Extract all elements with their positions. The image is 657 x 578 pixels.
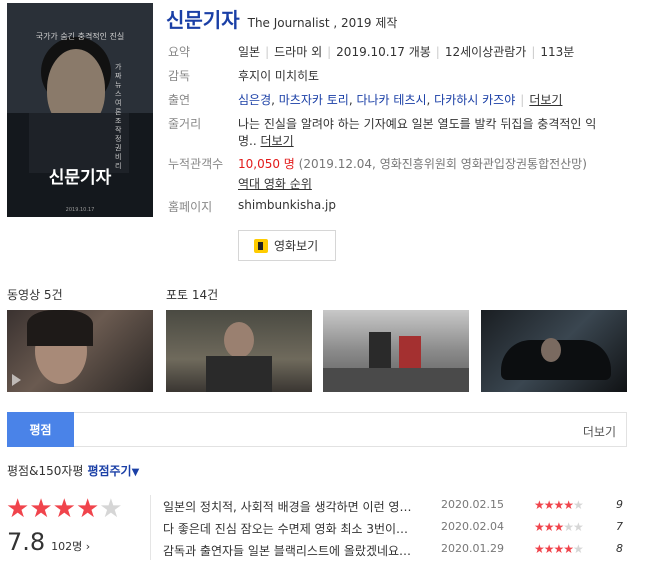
- review-stars: ★★★★★: [534, 542, 584, 556]
- rating-header: 평점&150자평 평점주기▼: [7, 462, 139, 479]
- cast-list: 심은경, 마츠자카 토리, 다나카 테츠시, 다카하시 카즈야 | 더보기: [238, 93, 563, 107]
- tab-more-link[interactable]: 더보기: [583, 423, 616, 440]
- audience-value: 10,050 명 (2019.12.04, 영화진흥위원회 영화관입장권통합전산…: [238, 155, 587, 172]
- director-link[interactable]: 후지이 미치히토: [238, 67, 319, 84]
- tab-rating[interactable]: 평점: [7, 412, 74, 447]
- average-rating-stars: ★ ★ ★ ★ ★: [6, 494, 123, 524]
- movie-poster[interactable]: 국가가 숨긴 충격적인 진실 가짜 뉴스 여론 조작 정권 비리 신문기자 20…: [7, 3, 153, 217]
- movie-title-row: 신문기자 The Journalist , 2019 제작: [166, 4, 397, 33]
- poster-title: 신문기자: [48, 168, 112, 188]
- cast-link[interactable]: 다나카 테츠시: [356, 93, 426, 107]
- homepage-label: 홈페이지: [168, 200, 213, 214]
- video-thumbnail[interactable]: [7, 310, 153, 392]
- average-score: 7.8 102명 ›: [7, 528, 90, 556]
- review-date: 2020.02.04: [441, 520, 504, 533]
- cast-link[interactable]: 마츠자카 토리: [279, 93, 349, 107]
- age-rating: 12세이상관람가: [444, 45, 527, 59]
- cast-link[interactable]: 심은경: [238, 93, 271, 107]
- cast-more-link[interactable]: 더보기: [529, 93, 562, 107]
- plot-label: 줄거리: [168, 117, 202, 131]
- director-label: 감독: [168, 69, 191, 83]
- summary-value: 일본 | 드라마 외 | 2019.10.17 개봉 | 12세이상관람가 | 113분: [238, 45, 575, 59]
- watch-movie-label: 영화보기: [274, 239, 319, 253]
- movie-subtitle: The Journalist , 2019 제작: [247, 16, 398, 30]
- review-text[interactable]: 다 좋은데 진심 잠오는 수면제 영화 최소 3번이…: [163, 520, 435, 537]
- runtime: 113분: [540, 45, 575, 59]
- plot-more-link[interactable]: 더보기: [261, 134, 294, 148]
- genre: 드라마 외: [274, 45, 323, 59]
- rating-count-link[interactable]: 102명 ›: [51, 540, 90, 553]
- audience-source: (2019.12.04, 영화진흥위원회 영화관입장권통합전산망): [298, 157, 587, 171]
- star-icon: ★: [52, 494, 76, 524]
- summary-label: 요약: [168, 45, 191, 59]
- poster-date: 2019.10.17: [65, 207, 95, 213]
- review-score: 7: [616, 520, 623, 533]
- photo-thumbnail[interactable]: [166, 310, 312, 392]
- star-icon: ★: [75, 494, 100, 524]
- audience-count: 10,050 명: [238, 157, 295, 171]
- plot-line-2: 명.. 더보기: [238, 134, 294, 148]
- movie-title[interactable]: 신문기자: [166, 4, 240, 33]
- review-text[interactable]: 일본의 정치적, 사회적 배경을 생각하면 이런 영…: [163, 498, 435, 515]
- play-store-icon: [254, 238, 268, 253]
- plot-line-1: 나는 진실을 알려야 하는 기자예요 일본 열도를 발칵 뒤집을 충격적인 익: [238, 117, 597, 131]
- review-stars: ★★★★★: [534, 520, 584, 534]
- boxoffice-rank-link[interactable]: 역대 영화 순위: [238, 175, 312, 192]
- review-stars: ★★★★★: [534, 498, 584, 512]
- star-icon: ★: [6, 494, 30, 524]
- release-date: 2019.10.17 개봉: [336, 45, 431, 59]
- review-score: 9: [616, 498, 623, 511]
- star-icon: ★: [99, 494, 123, 524]
- review-date: 2020.01.29: [441, 542, 504, 555]
- cast-label: 출연: [168, 93, 191, 107]
- rating-tab-bar: 평점 더보기: [7, 412, 627, 447]
- rating-head-label: 평점&150자평: [7, 464, 84, 478]
- review-date: 2020.02.15: [441, 498, 504, 511]
- divider: [150, 495, 151, 560]
- star-icon: ★: [29, 494, 53, 524]
- poster-vertical-text: 가짜 뉴스 여론 조작 정권 비리: [115, 63, 122, 170]
- score-value: 7.8: [7, 528, 46, 556]
- video-section-label[interactable]: 동영상 5건: [7, 286, 63, 303]
- watch-movie-button[interactable]: 영화보기: [238, 230, 336, 261]
- poster-tagline: 국가가 숨긴 충격적인 진실: [35, 32, 125, 41]
- photo-thumbnail[interactable]: [323, 310, 469, 392]
- photo-section-label[interactable]: 포토 14건: [166, 286, 218, 303]
- review-score: 8: [616, 542, 623, 555]
- cast-link[interactable]: 다카하시 카즈야: [434, 93, 515, 107]
- review-text[interactable]: 감독과 출연자들 일본 블랙리스트에 올랐겠네요…: [163, 542, 435, 559]
- dropdown-triangle-icon: ▼: [131, 467, 140, 478]
- play-icon: [12, 374, 21, 386]
- give-rating-button[interactable]: 평점주기▼: [87, 464, 139, 478]
- country: 일본: [238, 45, 261, 59]
- audience-label: 누적관객수: [168, 157, 224, 171]
- homepage-link[interactable]: shimbunkisha.jp: [238, 198, 336, 212]
- photo-thumbnail[interactable]: [481, 310, 627, 392]
